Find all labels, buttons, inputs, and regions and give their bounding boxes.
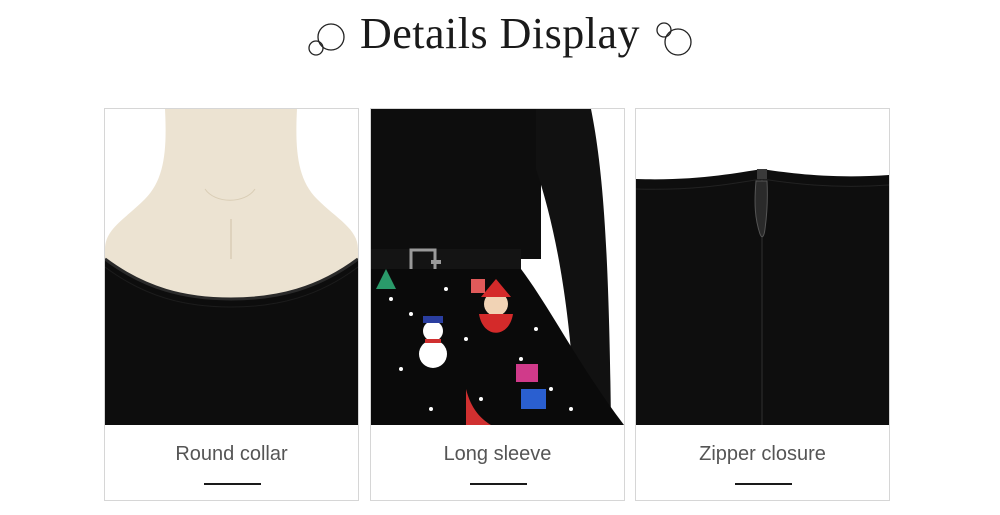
zipper-closure-photo xyxy=(636,109,889,425)
bubbles-decoration-icon xyxy=(656,22,692,56)
page-title: Details Display xyxy=(359,9,640,58)
feature-label: Long sleeve xyxy=(443,443,552,465)
feature-label: Round collar xyxy=(175,443,288,465)
long-sleeve-photo xyxy=(371,109,624,425)
feature-label: Zipper closure xyxy=(699,443,826,465)
caption-underline xyxy=(735,483,792,485)
round-collar-photo xyxy=(105,109,358,425)
detail-card-round-collar: Round collar xyxy=(104,108,359,501)
detail-card-long-sleeve: Long sleeve xyxy=(370,108,625,501)
caption-underline xyxy=(204,483,261,485)
caption-underline xyxy=(470,483,527,485)
detail-card-zipper-closure: Zipper closure xyxy=(635,108,890,501)
section-header: Details Display xyxy=(0,0,1000,80)
